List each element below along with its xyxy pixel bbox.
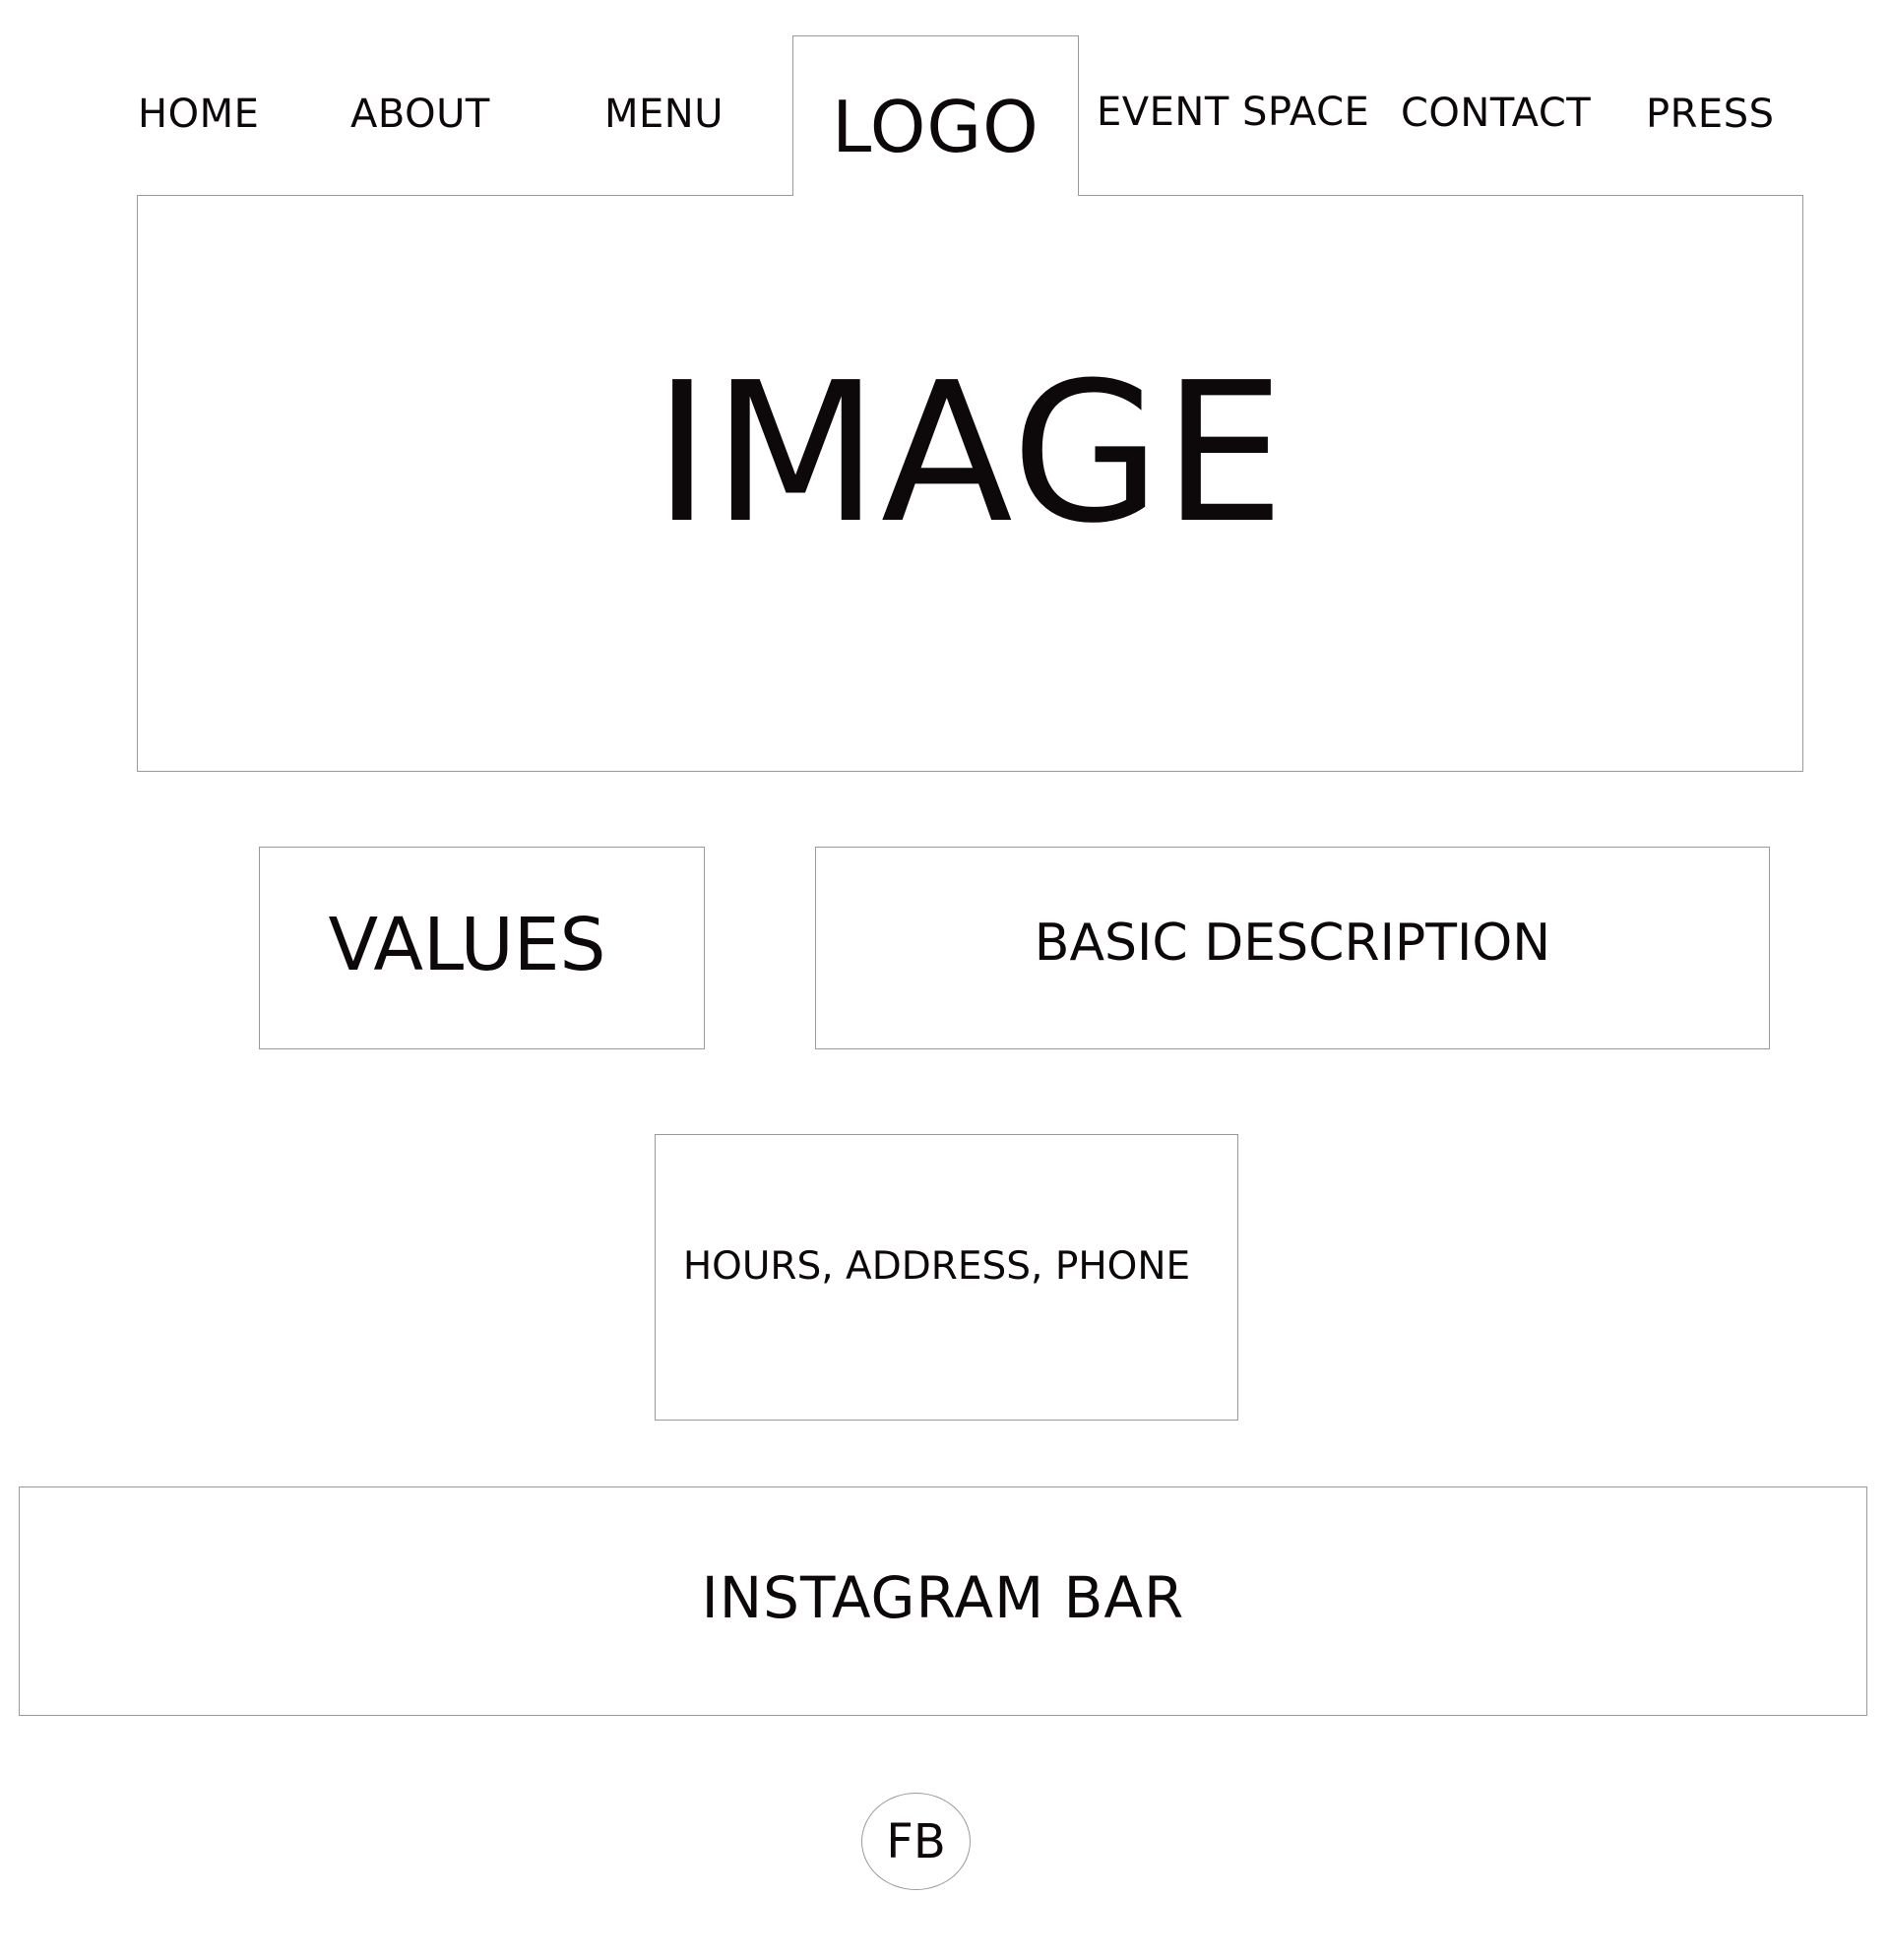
nav-link-home[interactable]: HOME (138, 95, 259, 134)
hero-image-placeholder: IMAGE (137, 195, 1803, 772)
logo-label: LOGO (832, 86, 1040, 168)
instagram-bar[interactable]: INSTAGRAM BAR (19, 1486, 1867, 1716)
hero-image-label: IMAGE (653, 342, 1288, 566)
nav-link-event-space[interactable]: EVENT SPACE (1097, 93, 1369, 132)
basic-description-label: BASIC DESCRIPTION (1034, 914, 1551, 973)
instagram-bar-label: INSTAGRAM BAR (701, 1563, 1185, 1631)
nav-link-about[interactable]: ABOUT (350, 95, 490, 134)
facebook-button[interactable]: FB (861, 1793, 971, 1890)
hours-address-phone-section: HOURS, ADDRESS, PHONE (655, 1134, 1238, 1421)
logo-box[interactable]: LOGO (792, 35, 1079, 196)
basic-description-section: BASIC DESCRIPTION (815, 847, 1770, 1049)
hours-address-phone-label: HOURS, ADDRESS, PHONE (682, 1244, 1191, 1289)
nav-link-menu[interactable]: MENU (604, 95, 724, 134)
facebook-label: FB (886, 1813, 946, 1869)
values-label: VALUES (328, 903, 606, 987)
nav-link-press[interactable]: PRESS (1646, 95, 1774, 134)
nav-link-contact[interactable]: CONTACT (1401, 94, 1591, 133)
values-section: VALUES (259, 847, 705, 1049)
